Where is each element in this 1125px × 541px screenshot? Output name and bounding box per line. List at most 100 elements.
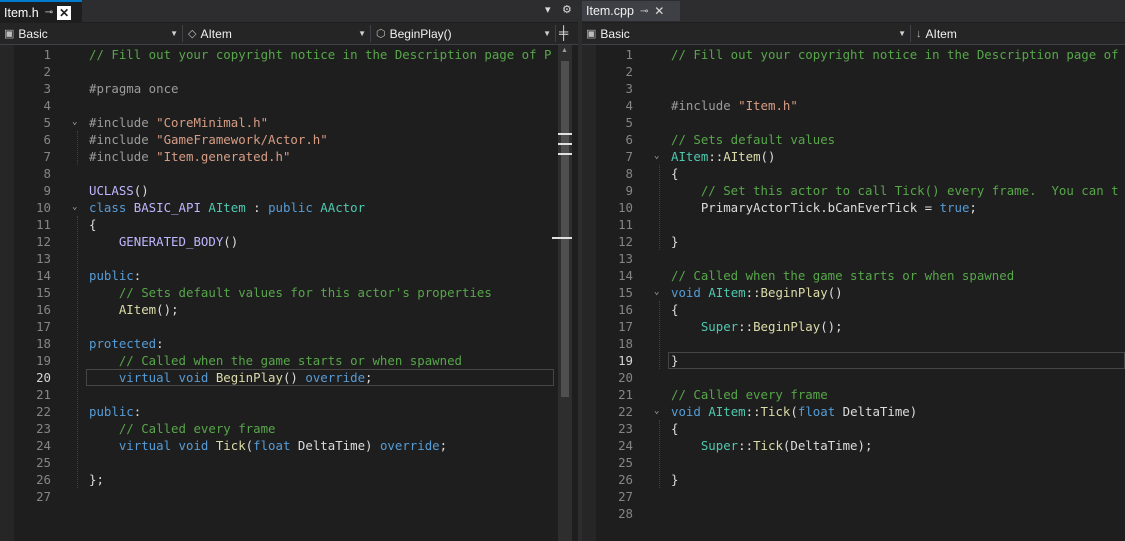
code-line[interactable]: 19 // Called when the game starts or whe… — [0, 352, 578, 369]
code-line[interactable]: 8{ — [582, 165, 1125, 182]
code-line[interactable]: 3 — [582, 80, 1125, 97]
project-label: Basic — [600, 26, 630, 41]
code-line[interactable]: 1 // Fill out your copyright notice in th… — [582, 46, 1125, 63]
line-number: 6 — [625, 132, 633, 147]
code-line[interactable]: 16 { — [582, 301, 1125, 318]
code-line[interactable]: 26}; — [0, 471, 578, 488]
close-icon[interactable]: ✕ — [652, 4, 666, 18]
code-line[interactable]: 15 // Sets default values for this actor… — [0, 284, 578, 301]
code-line[interactable]: 11 { — [0, 216, 578, 233]
code-editor[interactable]: 1 // Fill out your copyright notice in th… — [582, 45, 1125, 541]
code-line[interactable]: 12} — [582, 233, 1125, 250]
code-line[interactable]: 17 Super::BeginPlay(); — [582, 318, 1125, 335]
code-line[interactable]: 27 — [0, 488, 578, 505]
code-line[interactable]: 12 GENERATED_BODY() — [0, 233, 578, 250]
code-line[interactable]: 4 — [0, 97, 578, 114]
pin-icon[interactable]: ⊸ — [45, 7, 53, 18]
fold-toggle-icon[interactable]: ⌄ — [654, 148, 659, 165]
gear-icon[interactable]: ⚙ — [562, 3, 572, 16]
code-line[interactable]: 23 // Called every frame — [0, 420, 578, 437]
code-line[interactable]: 4 #include "Item.h" — [582, 97, 1125, 114]
code-line[interactable]: 26} — [582, 471, 1125, 488]
scope-dropdown[interactable]: ↓ AItem — [912, 25, 1125, 42]
dropdown-icon[interactable]: ▾ — [545, 3, 551, 16]
code-token: // Sets default values — [671, 132, 836, 147]
code-line[interactable]: 25 — [582, 454, 1125, 471]
code-line[interactable]: 13 — [0, 250, 578, 267]
code-line[interactable]: 25 — [0, 454, 578, 471]
scroll-position-marker — [552, 237, 572, 239]
project-dropdown[interactable]: ▣ Basic ▼ — [0, 25, 183, 42]
code-line[interactable]: 22 public: — [0, 403, 578, 420]
code-text: #include "CoreMinimal.h" — [89, 114, 268, 131]
code-editor[interactable]: 1 // Fill out your copyright notice in th… — [0, 45, 578, 541]
code-line[interactable]: 11 — [582, 216, 1125, 233]
code-line[interactable]: 10 PrimaryActorTick.bCanEverTick = true; — [582, 199, 1125, 216]
code-line[interactable]: 20 virtual void BeginPlay() override; — [0, 369, 578, 386]
close-icon[interactable]: ✕ — [57, 5, 72, 20]
code-line[interactable]: 3 #pragma once — [0, 80, 578, 97]
project-dropdown[interactable]: ▣ Basic ▼ — [582, 25, 911, 42]
code-line[interactable]: 24 virtual void Tick(float DeltaTime) ov… — [0, 437, 578, 454]
code-line[interactable]: 24 Super::Tick(DeltaTime); — [582, 437, 1125, 454]
member-dropdown[interactable]: ⬡ BeginPlay() ▼ — [372, 25, 556, 42]
code-line[interactable]: 8 — [0, 165, 578, 182]
split-icon[interactable]: ╪ — [559, 25, 568, 40]
code-line[interactable]: 22 ⌄ void AItem::Tick(float DeltaTime) — [582, 403, 1125, 420]
code-token: #include — [671, 98, 739, 113]
pin-icon[interactable]: ⊸ — [640, 6, 648, 17]
code-line[interactable]: 2 — [0, 63, 578, 80]
code-token: public — [89, 404, 134, 419]
code-line[interactable]: 23 { — [582, 420, 1125, 437]
code-line[interactable]: 9 UCLASS() — [0, 182, 578, 199]
code-line[interactable]: 10 ⌄ class BASIC_API AItem : public AActor — [0, 199, 578, 216]
line-number: 2 — [43, 64, 51, 79]
code-line[interactable]: 6 #include "GameFramework/Actor.h" — [0, 131, 578, 148]
fold-toggle-icon[interactable]: ⌄ — [72, 114, 77, 131]
code-line[interactable]: 21 // Called every frame — [582, 386, 1125, 403]
code-line[interactable]: 7 ⌄ AItem::AItem() — [582, 148, 1125, 165]
code-line[interactable]: 14 // Called when the game starts or when… — [582, 267, 1125, 284]
fold-toggle-icon[interactable]: ⌄ — [654, 284, 659, 301]
code-line[interactable]: 20 — [582, 369, 1125, 386]
code-text: { — [671, 165, 678, 182]
code-line[interactable]: 16 AItem(); — [0, 301, 578, 318]
fold-toggle-icon[interactable]: ⌄ — [654, 403, 659, 420]
code-line[interactable]: 9 // Set this actor to call Tick() every… — [582, 182, 1125, 199]
code-line[interactable]: 13 — [582, 250, 1125, 267]
code-text: // Set this actor to call Tick() every f… — [671, 182, 1119, 199]
chevron-down-icon: ▼ — [170, 29, 178, 38]
code-line[interactable]: 21 — [0, 386, 578, 403]
code-line[interactable]: 18 protected: — [0, 335, 578, 352]
code-line[interactable]: 27 — [582, 488, 1125, 505]
code-token: BeginPlay — [753, 319, 821, 334]
code-line[interactable]: 28 — [582, 505, 1125, 522]
code-text: #include "GameFramework/Actor.h" — [89, 131, 328, 148]
tab-item-cpp[interactable]: Item.cpp ⊸ ✕ — [582, 1, 680, 21]
code-token: // Fill out your copyright notice in the… — [89, 47, 552, 62]
code-line[interactable]: 6 // Sets default values — [582, 131, 1125, 148]
code-line[interactable]: 19} — [582, 352, 1125, 369]
scope-dropdown[interactable]: ◇ AItem ▼ — [184, 25, 371, 42]
code-line[interactable]: 1 // Fill out your copyright notice in th… — [0, 46, 578, 63]
code-token: BeginPlay — [760, 285, 828, 300]
scroll-up-icon[interactable]: ▲ — [561, 47, 568, 54]
code-text: Super::Tick(DeltaTime); — [671, 437, 873, 454]
code-line[interactable]: 5 — [582, 114, 1125, 131]
scrollbar-thumb[interactable] — [561, 61, 569, 397]
tab-item-h[interactable]: Item.h ⊸ ✕ — [0, 0, 82, 23]
code-text: virtual void BeginPlay() override; — [89, 369, 373, 386]
code-line[interactable]: 18 — [582, 335, 1125, 352]
code-token: ( — [790, 404, 798, 419]
code-line[interactable]: 17 — [0, 318, 578, 335]
code-text: { — [671, 420, 678, 437]
code-line[interactable]: 5 ⌄ #include "CoreMinimal.h" — [0, 114, 578, 131]
code-line[interactable]: 7 #include "Item.generated.h" — [0, 148, 578, 165]
vertical-scrollbar[interactable]: ▲ — [552, 45, 572, 541]
code-line[interactable]: 2 — [582, 63, 1125, 80]
scope-label: AItem — [925, 26, 957, 41]
code-line[interactable]: 15 ⌄ void AItem::BeginPlay() — [582, 284, 1125, 301]
code-line[interactable]: 14 public: — [0, 267, 578, 284]
fold-toggle-icon[interactable]: ⌄ — [72, 199, 77, 216]
line-number: 27 — [36, 489, 51, 504]
